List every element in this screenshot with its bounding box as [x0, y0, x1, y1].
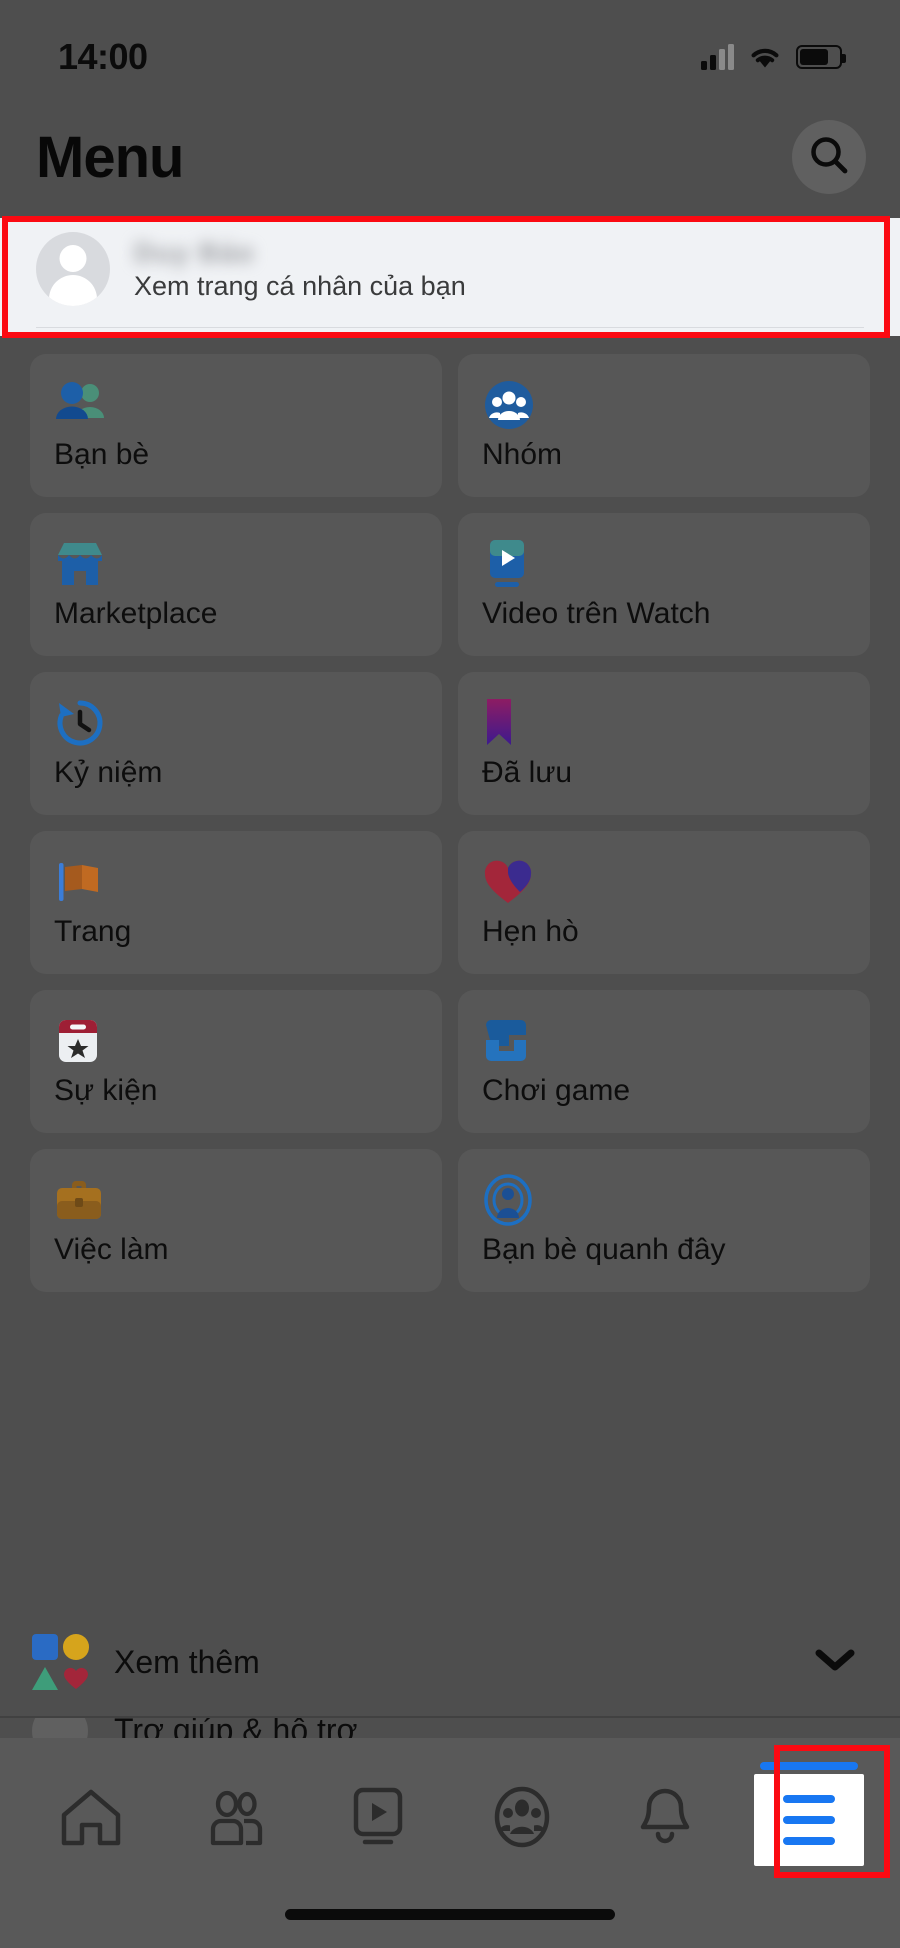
search-button[interactable]	[792, 120, 866, 194]
menu-tile-label: Video trên Watch	[482, 597, 711, 630]
menu-tile-watch[interactable]: Video trên Watch	[458, 513, 870, 656]
active-tab-indicator	[759, 1762, 858, 1770]
menu-tile-gaming[interactable]: Chơi game	[458, 990, 870, 1133]
menu-tile-label: Marketplace	[54, 597, 218, 630]
hamburger-menu-icon	[782, 1795, 835, 1845]
saved-bookmark-icon	[482, 694, 870, 752]
pages-flag-icon	[54, 853, 442, 911]
page-title: Menu	[36, 124, 184, 190]
groups-icon	[482, 376, 870, 434]
friends-nav-icon	[202, 1787, 268, 1854]
menu-tile-groups[interactable]: Nhóm	[458, 354, 870, 497]
profile-name: Duy Bảo	[134, 236, 255, 268]
nav-item-groups[interactable]	[467, 1774, 577, 1866]
status-bar: 14:00	[0, 0, 900, 96]
menu-tile-label: Việc làm	[54, 1233, 169, 1266]
status-time: 14:00	[58, 36, 148, 77]
nav-item-friends[interactable]	[180, 1774, 290, 1866]
menu-tile-label: Trang	[54, 915, 132, 948]
home-indicator	[285, 1909, 615, 1920]
watch-nav-icon	[347, 1786, 409, 1855]
menu-tile-label: Bạn bè	[54, 438, 150, 471]
menu-tile-label: Bạn bè quanh đây	[482, 1233, 726, 1266]
menu-tile-events[interactable]: Sự kiện	[30, 990, 442, 1133]
chevron-down-icon[interactable]	[814, 1647, 856, 1678]
home-icon	[58, 1787, 124, 1854]
marketplace-store-icon	[54, 535, 442, 593]
battery-icon	[796, 45, 846, 69]
gaming-icon	[482, 1012, 870, 1070]
cellular-signal-icon	[701, 44, 734, 70]
menu-tile-saved[interactable]: Đã lưu	[458, 672, 870, 815]
nearby-friends-radar-icon	[482, 1171, 870, 1229]
menu-tile-label: Kỷ niệm	[54, 756, 163, 789]
menu-tile-marketplace[interactable]: Marketplace	[30, 513, 442, 656]
nav-item-notifications[interactable]	[610, 1774, 720, 1866]
menu-grid: Bạn bè Nhóm Marketplace Video trên Watch…	[30, 354, 870, 1292]
events-calendar-icon	[54, 1012, 442, 1070]
jobs-briefcase-icon	[54, 1171, 442, 1229]
nav-item-home[interactable]	[36, 1774, 146, 1866]
menu-tile-nearby-friends[interactable]: Bạn bè quanh đây	[458, 1149, 870, 1292]
notifications-bell-icon	[636, 1786, 694, 1855]
four-shapes-icon	[32, 1634, 89, 1690]
menu-tile-dating[interactable]: Hẹn hò	[458, 831, 870, 974]
menu-tile-memories[interactable]: Kỷ niệm	[30, 672, 442, 815]
menu-tile-label: Đã lưu	[482, 756, 573, 789]
menu-tile-label: Chơi game	[482, 1074, 631, 1107]
phone-screen: 14:00 Menu Duy Bảo Xem trang cá nhân của…	[0, 0, 900, 1948]
menu-tile-label: Sự kiện	[54, 1074, 158, 1107]
profile-subtitle: Xem trang cá nhân của bạn	[134, 270, 466, 301]
avatar-placeholder-icon	[36, 232, 110, 306]
groups-nav-icon	[491, 1786, 553, 1855]
wifi-icon	[748, 44, 782, 70]
watch-video-icon	[482, 535, 870, 593]
see-more-label: Xem thêm	[114, 1643, 260, 1680]
see-more-row[interactable]: Xem thêm	[0, 1608, 900, 1716]
dating-heart-icon	[482, 853, 870, 911]
menu-grid-area: Bạn bè Nhóm Marketplace Video trên Watch…	[0, 336, 900, 1742]
friends-icon	[54, 376, 442, 434]
status-indicators	[701, 44, 846, 70]
memories-clock-icon	[54, 694, 442, 752]
nav-item-watch[interactable]	[323, 1774, 433, 1866]
menu-tile-friends[interactable]: Bạn bè	[30, 354, 442, 497]
menu-tile-pages[interactable]: Trang	[30, 831, 442, 974]
nav-item-menu[interactable]	[753, 1762, 864, 1866]
menu-tile-label: Nhóm	[482, 438, 563, 471]
menu-tile-label: Hẹn hò	[482, 915, 579, 948]
page-header: Menu	[0, 96, 900, 218]
profile-divider	[36, 327, 864, 328]
search-icon	[807, 133, 851, 182]
menu-tile-jobs[interactable]: Việc làm	[30, 1149, 442, 1292]
profile-card[interactable]: Duy Bảo Xem trang cá nhân của bạn	[0, 218, 900, 336]
